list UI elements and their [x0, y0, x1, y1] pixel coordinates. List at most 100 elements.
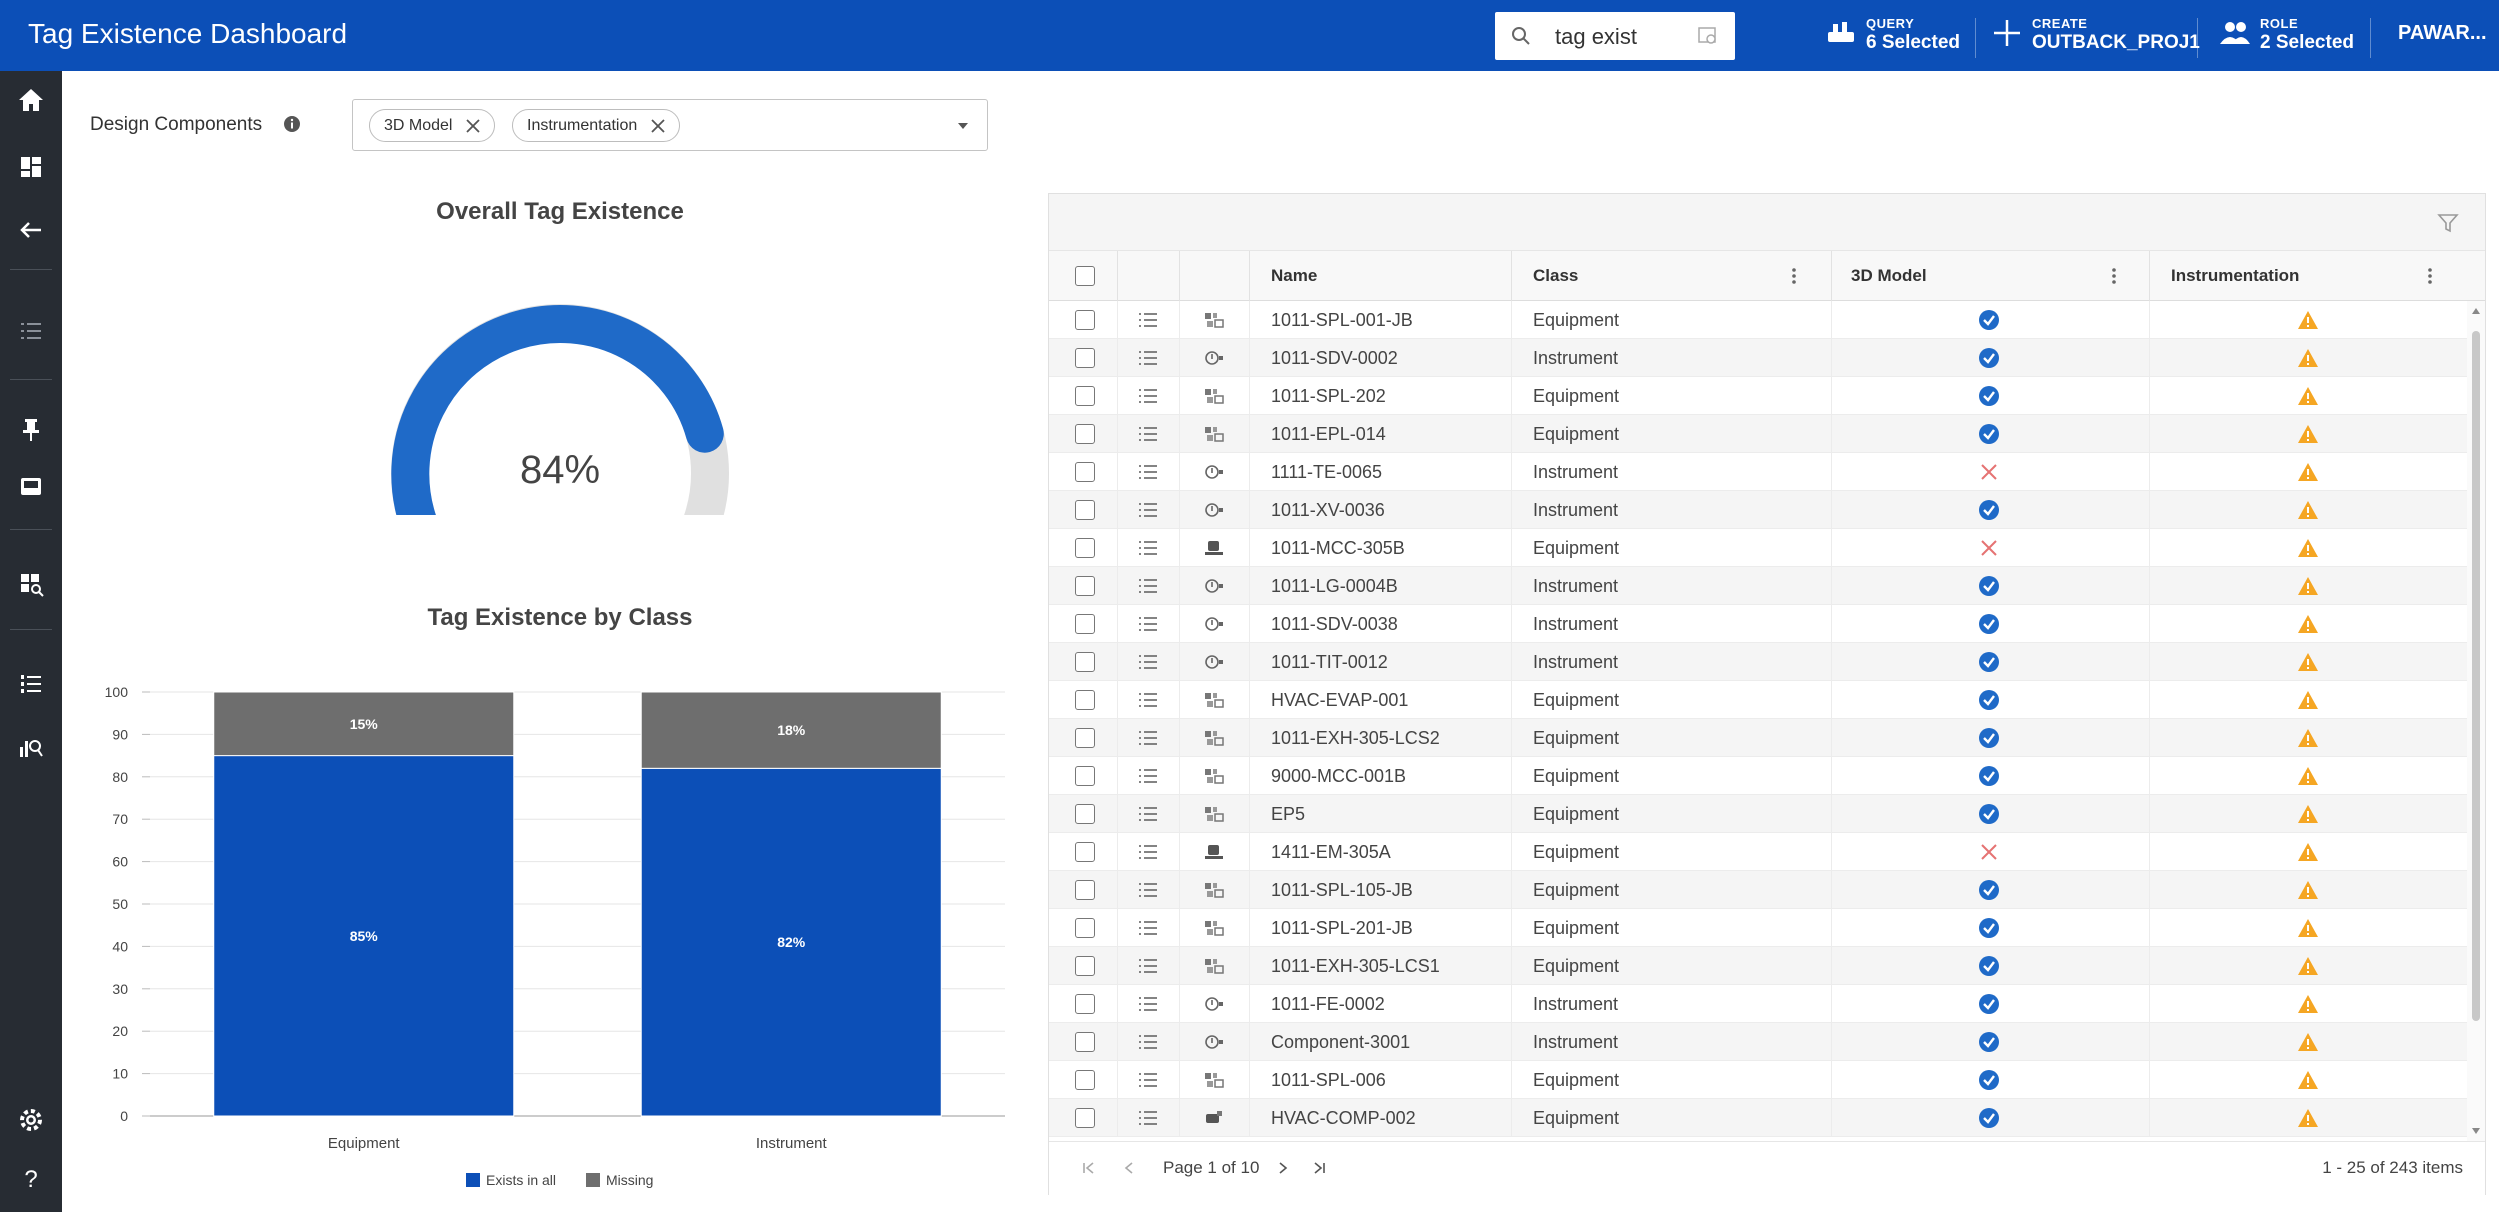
cell-name[interactable]: 1011-SPL-006 — [1271, 1061, 1386, 1099]
cell-name[interactable]: 1111-TE-0065 — [1271, 453, 1382, 491]
table-row[interactable]: 1011-SPL-105-JB Equipment — [1049, 871, 2467, 909]
dashboard-icon[interactable] — [16, 152, 46, 182]
column-menu-icon[interactable] — [2427, 267, 2433, 285]
create-button[interactable]: CREATE OUTBACK_PROJ1 — [1990, 14, 2200, 58]
info-icon[interactable] — [283, 115, 301, 133]
row-checkbox[interactable] — [1075, 310, 1095, 330]
table-row[interactable]: HVAC-COMP-002 Equipment — [1049, 1099, 2467, 1137]
scroll-thumb[interactable] — [2472, 331, 2480, 1021]
chevron-down-icon[interactable] — [957, 121, 969, 131]
scroll-down-icon[interactable] — [2471, 1127, 2481, 1135]
first-page-icon[interactable] — [1081, 1159, 1097, 1177]
column-menu-icon[interactable] — [1791, 267, 1797, 285]
table-row[interactable]: 1011-SPL-006 Equipment — [1049, 1061, 2467, 1099]
details-list-icon[interactable] — [1137, 462, 1159, 482]
cell-name[interactable]: 1011-EXH-305-LCS2 — [1271, 719, 1440, 757]
cell-name[interactable]: EP5 — [1271, 795, 1305, 833]
table-row[interactable]: 1011-SPL-201-JB Equipment — [1049, 909, 2467, 947]
column-header-name[interactable]: Name — [1271, 251, 1317, 301]
table-row[interactable]: 1011-EXH-305-LCS1 Equipment — [1049, 947, 2467, 985]
table-row[interactable]: 1011-EPL-014 Equipment — [1049, 415, 2467, 453]
row-checkbox[interactable] — [1075, 956, 1095, 976]
next-page-icon[interactable] — [1275, 1159, 1291, 1177]
details-list-icon[interactable] — [1137, 842, 1159, 862]
list-icon[interactable] — [16, 316, 46, 346]
inbox-icon[interactable] — [16, 471, 46, 501]
design-components-select[interactable]: 3D Model Instrumentation — [352, 99, 988, 151]
details-list-icon[interactable] — [1137, 918, 1159, 938]
remove-chip-icon[interactable] — [649, 117, 667, 135]
table-row[interactable]: 1011-SDV-0002 Instrument — [1049, 339, 2467, 377]
cell-name[interactable]: 1011-EPL-014 — [1271, 415, 1386, 453]
row-checkbox[interactable] — [1075, 918, 1095, 938]
column-menu-icon[interactable] — [2111, 267, 2117, 285]
details-list-icon[interactable] — [1137, 500, 1159, 520]
row-checkbox[interactable] — [1075, 614, 1095, 634]
row-checkbox[interactable] — [1075, 880, 1095, 900]
column-header-instrumentation[interactable]: Instrumentation — [2171, 251, 2299, 301]
column-header-3d-model[interactable]: 3D Model — [1851, 251, 1927, 301]
details-list-icon[interactable] — [1137, 728, 1159, 748]
table-row[interactable]: 1011-XV-0036 Instrument — [1049, 491, 2467, 529]
cell-name[interactable]: Component-3001 — [1271, 1023, 1410, 1061]
row-checkbox[interactable] — [1075, 576, 1095, 596]
table-row[interactable]: 9000-MCC-001B Equipment — [1049, 757, 2467, 795]
grid-scrollbar[interactable] — [2467, 301, 2485, 1141]
row-checkbox[interactable] — [1075, 1070, 1095, 1090]
cell-name[interactable]: 1411-EM-305A — [1271, 833, 1391, 871]
row-checkbox[interactable] — [1075, 348, 1095, 368]
row-checkbox[interactable] — [1075, 386, 1095, 406]
last-page-icon[interactable] — [1311, 1159, 1327, 1177]
details-list-icon[interactable] — [1137, 1070, 1159, 1090]
table-row[interactable]: 1011-SDV-0038 Instrument — [1049, 605, 2467, 643]
table-row[interactable]: 1011-MCC-305B Equipment — [1049, 529, 2467, 567]
cell-name[interactable]: 1011-SDV-0038 — [1271, 605, 1398, 643]
row-checkbox[interactable] — [1075, 424, 1095, 444]
details-list-icon[interactable] — [1137, 538, 1159, 558]
details-list-icon[interactable] — [1137, 804, 1159, 824]
table-row[interactable]: 1011-LG-0004B Instrument — [1049, 567, 2467, 605]
filter-icon[interactable] — [2437, 212, 2459, 234]
query-selector[interactable]: QUERY 6 Selected — [1824, 14, 1964, 58]
cell-name[interactable]: 1011-LG-0004B — [1271, 567, 1398, 605]
settings-icon[interactable] — [16, 1105, 46, 1135]
cell-name[interactable]: 1011-SPL-105-JB — [1271, 871, 1413, 909]
cell-name[interactable]: 1011-SPL-201-JB — [1271, 909, 1413, 947]
help-icon[interactable]: ? — [16, 1163, 46, 1193]
details-list-icon[interactable] — [1137, 880, 1159, 900]
table-row[interactable]: 1411-EM-305A Equipment — [1049, 833, 2467, 871]
prev-page-icon[interactable] — [1121, 1159, 1137, 1177]
report-icon[interactable] — [16, 569, 46, 599]
table-row[interactable]: Component-3001 Instrument — [1049, 1023, 2467, 1061]
details-list-icon[interactable] — [1137, 424, 1159, 444]
remove-chip-icon[interactable] — [464, 117, 482, 135]
cell-name[interactable]: HVAC-COMP-002 — [1271, 1099, 1416, 1137]
column-header-class[interactable]: Class — [1533, 251, 1578, 301]
table-row[interactable]: 1011-SPL-001-JB Equipment — [1049, 301, 2467, 339]
search-input[interactable]: tag exist — [1495, 12, 1735, 60]
table-row[interactable]: 1011-EXH-305-LCS2 Equipment — [1049, 719, 2467, 757]
cell-name[interactable]: 1011-FE-0002 — [1271, 985, 1385, 1023]
table-row[interactable]: EP5 Equipment — [1049, 795, 2467, 833]
details-list-icon[interactable] — [1137, 956, 1159, 976]
home-icon[interactable] — [16, 85, 46, 115]
details-list-icon[interactable] — [1137, 348, 1159, 368]
details-list-icon[interactable] — [1137, 1032, 1159, 1052]
pin-icon[interactable] — [16, 414, 46, 444]
row-checkbox[interactable] — [1075, 652, 1095, 672]
details-list-icon[interactable] — [1137, 766, 1159, 786]
row-checkbox[interactable] — [1075, 690, 1095, 710]
table-row[interactable]: HVAC-EVAP-001 Equipment — [1049, 681, 2467, 719]
analytics-icon[interactable] — [16, 731, 46, 761]
table-row[interactable]: 1011-FE-0002 Instrument — [1049, 985, 2467, 1023]
details-list-icon[interactable] — [1137, 1108, 1159, 1128]
cell-name[interactable]: HVAC-EVAP-001 — [1271, 681, 1408, 719]
row-checkbox[interactable] — [1075, 804, 1095, 824]
select-all-checkbox[interactable] — [1075, 266, 1095, 286]
cell-name[interactable]: 1011-MCC-305B — [1271, 529, 1405, 567]
back-arrow-icon[interactable] — [16, 215, 46, 245]
details-list-icon[interactable] — [1137, 386, 1159, 406]
table-row[interactable]: 1111-TE-0065 Instrument — [1049, 453, 2467, 491]
row-checkbox[interactable] — [1075, 538, 1095, 558]
role-selector[interactable]: ROLE 2 Selected — [2218, 14, 2358, 58]
